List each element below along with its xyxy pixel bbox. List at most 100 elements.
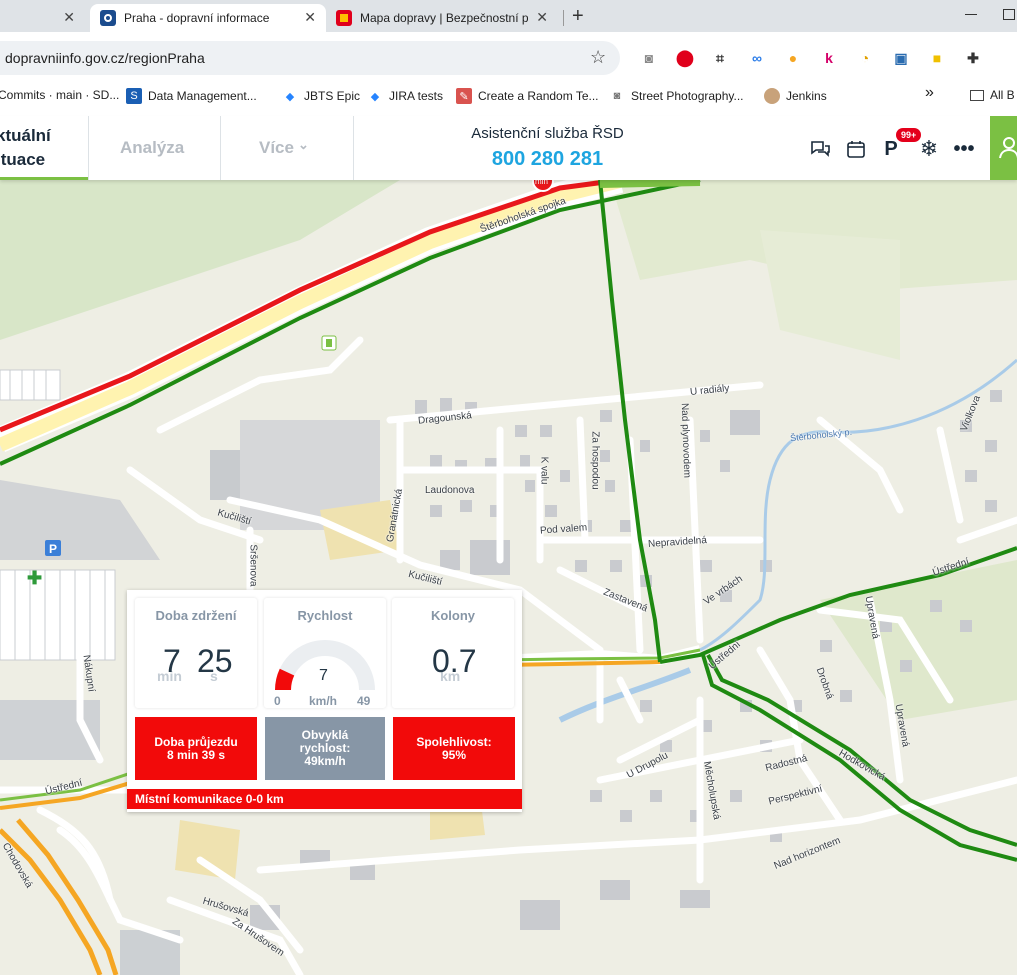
user-button[interactable] [990,116,1017,180]
speed-gauge-fill [275,668,295,691]
street-label: K valu [538,456,550,485]
bookmark-item[interactable]: ✎ Create a Random Te... [456,88,599,104]
extensions-puzzle-icon[interactable]: ✚ [964,49,982,67]
bookmark-label: Data Management... [148,89,257,103]
delay-card: Doba zdržení min s 7 25 [135,598,257,708]
bookmarks-bar: Commits · main · SD... S Data Management.… [0,82,1017,110]
tab-close-icon[interactable]: ✕ [304,9,316,26]
nav-divider [353,116,354,180]
reliability-box: Spolehlivost: 95% [393,717,515,780]
reliability-value: 95% [441,747,467,762]
camera-icon[interactable]: ◙ [640,49,658,67]
queues-value: 0.7 [432,643,477,679]
wrench-icon: ✎ [456,88,472,104]
assistance-label: Asistenční služba ŘSD [471,125,624,142]
tab-title: Praha - dopravní informace [124,11,270,25]
browser-tab-mapa-dopravy[interactable]: Mapa dopravy | Bezpečnostní p ✕ [326,4,558,32]
road-section-footer: Místní komunikace 0-0 km [127,789,522,809]
traffic-map[interactable]: P ✚ min Štěrboholská spojka U radiály Dr… [0,180,1017,975]
nav-aktualni-situace[interactable]: ktuální ituace [0,116,88,180]
jenkins-icon [764,88,780,104]
street-label: Za hospodou [589,431,601,490]
jira-icon: ◆ [285,90,295,103]
k-extension-icon[interactable]: k [820,49,838,67]
window-maximize-icon[interactable] [1003,9,1015,20]
bookmarks-overflow-button[interactable]: » [925,84,934,102]
browser-tab-strip: ✕ Praha - dopravní informace ✕ Mapa dopr… [0,0,1017,32]
browser-tab-praha[interactable]: Praha - dopravní informace ✕ [90,4,326,32]
calendar-icon[interactable] [845,138,867,160]
tab-title: Mapa dopravy | Bezpečnostní p [360,11,528,25]
screen: ✕ Praha - dopravní informace ✕ Mapa dopr… [0,0,1017,975]
nav-divider [220,116,221,180]
browser-toolbar: dopravniinfo.gov.cz/regionPraha ☆ ◙ ⬤ ⌗ … [0,32,1017,82]
bookmark-label: All B [990,88,1015,102]
chevron-down-icon[interactable]: ⌄ [298,137,309,153]
speed-extension-icon[interactable]: ◔ [856,49,874,67]
nav-divider [88,116,89,180]
travel-time-label: Doba průjezdu [154,734,238,749]
bookmark-item[interactable]: Commits · main · SD... [0,88,119,102]
app-header: ktuální ituace Analýza Více ⌄ Asistenční… [0,116,1017,180]
reliability-label: Spolehlivost: [416,734,492,749]
bookmark-item[interactable]: ◙ Street Photography... [609,88,744,104]
chat-icon[interactable] [809,138,831,160]
snowflake-icon[interactable]: ❄ [918,136,940,161]
speed-min: 0 [274,694,281,708]
bookmark-label: JBTS Epic [304,89,361,103]
street-label: Laudonova [425,485,475,496]
bookmark-item[interactable]: Jenkins [764,88,827,104]
min-badge: min [535,180,548,186]
delay-title: Doba zdržení [155,608,237,623]
link-extension-icon[interactable]: ∞ [748,49,766,67]
assistance-phone[interactable]: 800 280 281 [380,148,715,171]
speed-unit: km/h [309,694,338,708]
screenshot-extension-icon[interactable]: ⌗ [711,49,729,67]
speed-card: Rychlost 7 0 km/h 49 [264,598,386,708]
question-icon[interactable]: P [880,138,902,160]
bookmark-label: Create a Random Te... [478,89,599,103]
all-bookmarks-button[interactable]: All B [970,88,1015,102]
opera-extension-icon[interactable]: ⬤ [676,49,694,67]
queues-title: Kolony [430,608,476,623]
nav-analyza[interactable]: Analýza [120,138,184,158]
keep-extension-icon[interactable]: ■ [928,49,946,67]
bookmark-item[interactable]: ◆ JBTS Epic [282,88,360,104]
cookie-extension-icon[interactable]: ● [784,49,802,67]
travel-time-value: 8 min 39 s [166,747,226,762]
browser-tab-previous[interactable]: ✕ [0,4,85,32]
user-icon [999,137,1017,159]
tab-close-icon[interactable]: ✕ [63,9,75,26]
delay-seconds: 25 [197,643,233,679]
traffic-info-popup: Doba zdržení min s 7 25 Rychlost 7 0 km/… [127,590,522,812]
bookmark-label: Street Photography... [631,89,744,103]
tab-divider [563,10,564,26]
mapa-favicon-icon [336,10,352,26]
window-minimize-icon[interactable] [965,14,977,15]
nav-label-line1: ktuální [0,126,51,145]
bookmark-item[interactable]: ◆ JIRA tests [367,88,443,104]
usual-speed-box: Obvyklá rychlost: 49km/h [265,717,385,780]
bookmark-item[interactable]: S Data Management... [126,88,257,104]
praha-favicon-icon [100,10,116,26]
travel-time-box: Doba průjezdu 8 min 39 s [135,717,257,780]
tab-close-icon[interactable]: ✕ [536,9,548,26]
nav-vice[interactable]: Více [259,138,294,158]
bookmark-label: JIRA tests [389,89,444,103]
speed-max: 49 [357,694,371,708]
svg-text:✚: ✚ [27,568,42,588]
url-text[interactable]: dopravniinfo.gov.cz/regionPraha [5,50,205,66]
speed-value: 7 [319,667,328,684]
nav-label-line2: ituace [0,150,46,169]
street-label: Sršenova [247,544,259,587]
usual-speed-value: 49km/h [304,754,346,768]
svg-text:P: P [49,542,57,556]
bookmark-label: Commits · main · SD... [0,88,120,102]
queues-card: Kolony km 0.7 [392,598,514,708]
more-icon[interactable]: ••• [953,138,975,160]
devtools-extension-icon[interactable]: ▣ [892,49,910,67]
folder-icon [970,89,984,101]
new-tab-button[interactable]: + [572,5,584,28]
bookmark-star-icon[interactable]: ☆ [590,47,606,68]
map-canvas[interactable]: P ✚ [0,180,1017,975]
